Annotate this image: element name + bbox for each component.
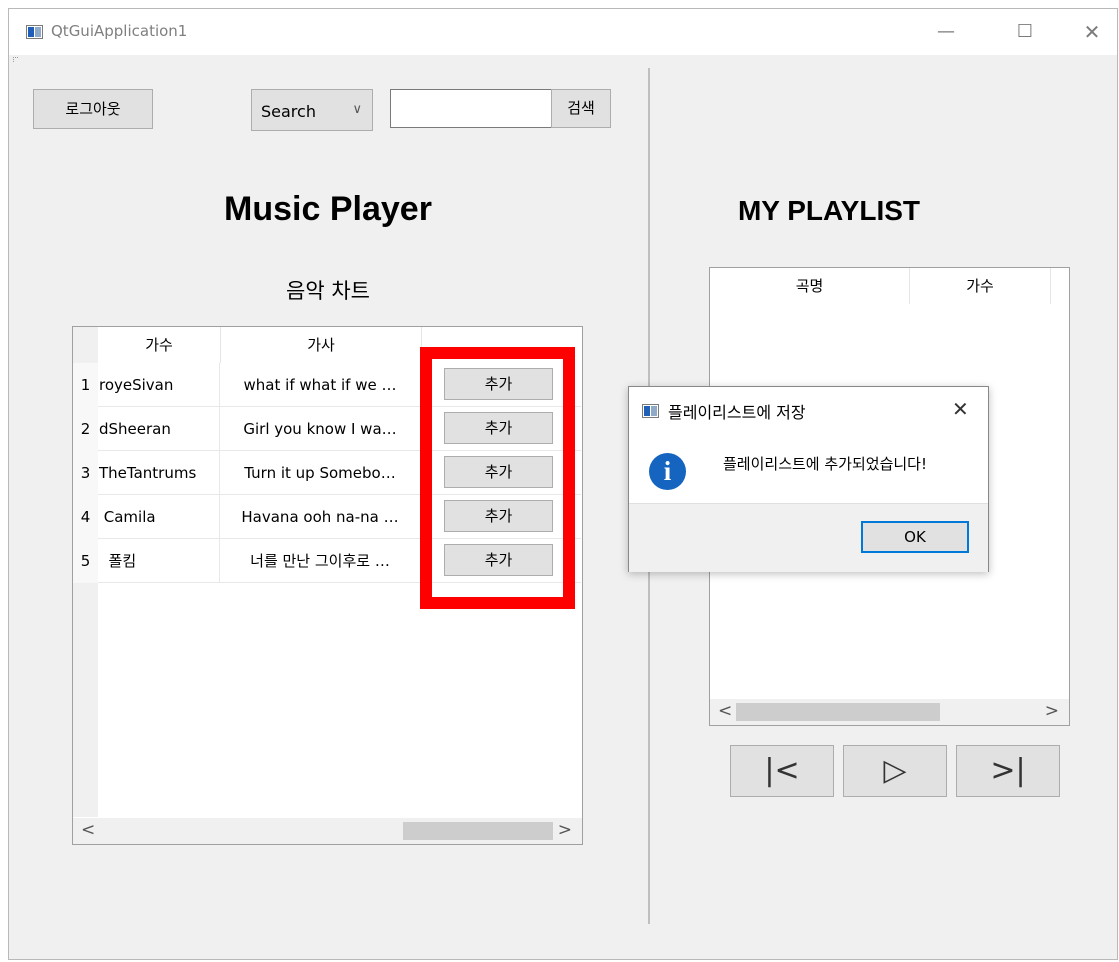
highlight-annotation	[420, 347, 575, 609]
row-index: 5	[73, 539, 98, 583]
dialog-footer: OK	[629, 503, 988, 572]
play-button[interactable]: ▷	[843, 745, 947, 797]
singer-cell[interactable]: dSheeran	[98, 407, 220, 451]
lyrics-cell[interactable]: what if what if we …	[220, 363, 421, 407]
lyrics-cell[interactable]: Havana ooh na-na …	[220, 495, 421, 539]
row-index: 1	[73, 363, 98, 407]
scroll-right-icon[interactable]: >	[1045, 701, 1059, 721]
scroll-right-icon[interactable]: >	[558, 820, 572, 840]
scrollbar-thumb[interactable]	[736, 703, 940, 721]
scroll-left-icon[interactable]: <	[718, 701, 732, 721]
previous-track-button[interactable]: |<	[730, 745, 834, 797]
scrollbar-thumb[interactable]	[403, 822, 553, 840]
row-index: 2	[73, 407, 98, 451]
column-header-song-title[interactable]: 곡명	[710, 268, 910, 304]
info-icon: i	[649, 453, 686, 490]
dialog-title: 플레이리스트에 저장	[668, 403, 806, 422]
column-header-singer[interactable]: 가수	[98, 327, 221, 363]
search-button[interactable]: 검색	[551, 89, 611, 128]
dialog-message: 플레이리스트에 추가되었습니다!	[723, 455, 927, 473]
search-type-value: Search	[261, 102, 316, 121]
column-header-lyrics[interactable]: 가사	[221, 327, 422, 363]
search-input[interactable]	[390, 89, 553, 128]
close-icon[interactable]: ✕	[952, 397, 969, 421]
singer-cell[interactable]: 폴킴	[98, 539, 220, 583]
close-window-button[interactable]: ✕	[1071, 17, 1113, 47]
singer-cell[interactable]: royeSivan	[98, 363, 220, 407]
playlist-horizontal-scrollbar[interactable]: < >	[710, 699, 1069, 725]
next-track-button[interactable]: >|	[956, 745, 1060, 797]
row-index: 4	[73, 495, 98, 539]
playlist-title: MY PLAYLIST	[737, 195, 921, 226]
grip-icon	[13, 57, 18, 62]
logout-button[interactable]: 로그아웃	[33, 89, 153, 129]
chart-subtitle: 음악 차트	[286, 279, 370, 303]
singer-cell[interactable]: Camila	[98, 495, 220, 539]
app-window: QtGuiApplication1 — ☐ ✕ 로그아웃 Search ∨ 검색…	[8, 8, 1118, 960]
app-icon	[26, 25, 43, 39]
window-title: QtGuiApplication1	[51, 22, 188, 40]
minimize-button[interactable]: —	[925, 17, 967, 47]
lyrics-cell[interactable]: Girl you know I wa…	[220, 407, 421, 451]
title-bar: QtGuiApplication1 — ☐ ✕	[9, 9, 1117, 55]
page-title: Music Player	[224, 190, 432, 228]
chart-horizontal-scrollbar[interactable]: < >	[73, 818, 582, 844]
skip-previous-icon: |<	[764, 753, 800, 788]
row-index: 3	[73, 451, 98, 495]
singer-cell[interactable]: TheTantrums	[98, 451, 220, 495]
app-icon	[642, 404, 659, 418]
column-header-artist[interactable]: 가수	[910, 268, 1051, 304]
play-icon: ▷	[883, 753, 907, 788]
search-type-select[interactable]: Search ∨	[251, 89, 373, 131]
chevron-down-icon: ∨	[352, 102, 362, 117]
maximize-button[interactable]: ☐	[1004, 17, 1046, 47]
scroll-left-icon[interactable]: <	[81, 820, 95, 840]
lyrics-cell[interactable]: 너를 만난 그이후로 …	[220, 539, 421, 583]
save-playlist-dialog: 플레이리스트에 저장 ✕ i 플레이리스트에 추가되었습니다! OK	[628, 386, 989, 572]
lyrics-cell[interactable]: Turn it up Somebo…	[220, 451, 421, 495]
ok-button[interactable]: OK	[861, 521, 969, 553]
skip-next-icon: >|	[990, 753, 1026, 788]
